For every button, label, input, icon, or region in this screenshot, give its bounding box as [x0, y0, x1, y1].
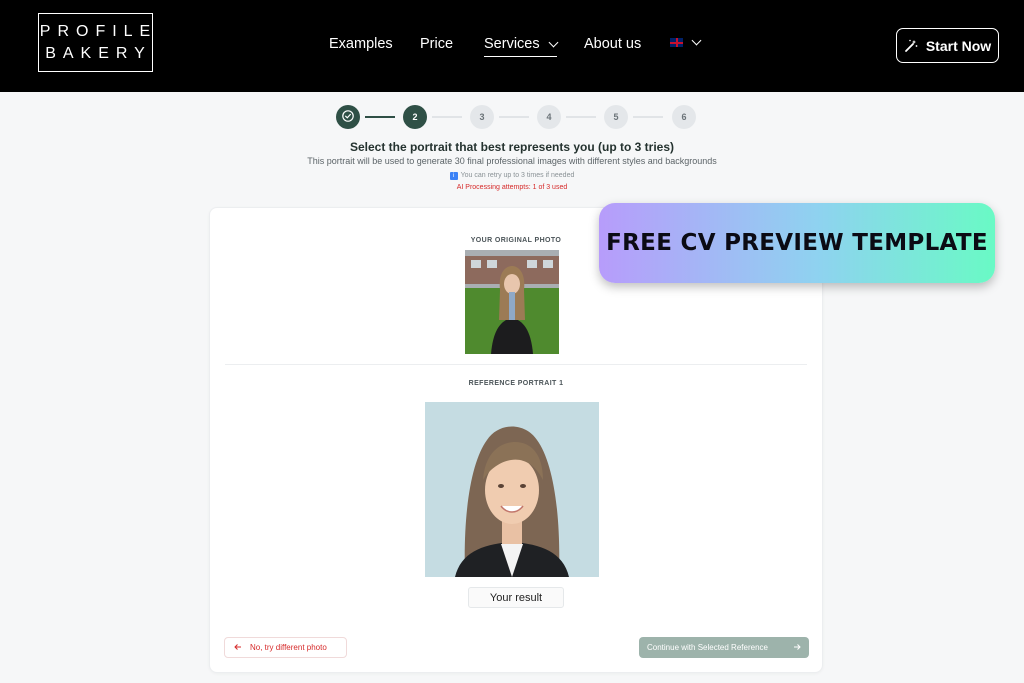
chevron-down-icon	[691, 35, 702, 46]
banner-text: FREE CV PREVIEW TEMPLATE	[606, 230, 988, 256]
logo-line-1: PROFILE	[39, 22, 158, 40]
step-5: 5	[604, 105, 628, 129]
reference-portrait-image[interactable]	[425, 402, 599, 577]
step-connector	[432, 116, 462, 118]
language-selector[interactable]	[670, 35, 702, 47]
uk-flag-icon	[670, 38, 683, 47]
arrow-left-icon	[234, 643, 242, 653]
step-connector	[566, 116, 596, 118]
step-connector	[633, 116, 663, 118]
step-2: 2	[403, 105, 427, 129]
nav-price[interactable]: Price	[420, 36, 453, 52]
logo-line-2: BAKERY	[45, 44, 152, 62]
top-navbar: PROFILE BAKERY Examples Price Services A…	[0, 0, 1024, 92]
step-1-completed	[336, 105, 360, 129]
continue-button[interactable]: Continue with Selected Reference	[639, 637, 809, 658]
step-4: 4	[537, 105, 561, 129]
step-3: 3	[470, 105, 494, 129]
info-icon: i	[449, 172, 458, 180]
logo[interactable]: PROFILE BAKERY	[38, 13, 153, 72]
page-title: Select the portrait that best represents…	[349, 140, 675, 154]
nav-services[interactable]: Services	[484, 36, 559, 57]
magic-wand-icon	[904, 39, 918, 53]
reference-portrait-label: REFERENCE PORTRAIT 1	[468, 380, 564, 387]
page-subtitle: This portrait will be used to generate 3…	[307, 156, 717, 166]
attempts-status: AI Processing attempts: 1 of 3 used	[456, 184, 568, 191]
retry-note: i You can retry up to 3 times if needed	[0, 172, 1024, 180]
promo-banner: FREE CV PREVIEW TEMPLATE	[599, 203, 995, 283]
arrow-right-icon	[793, 643, 801, 653]
chevron-down-icon	[548, 37, 559, 47]
section-divider	[225, 364, 807, 365]
retry-different-photo-button[interactable]: No, try different photo	[224, 637, 347, 658]
nav-about[interactable]: About us	[584, 36, 641, 52]
start-now-button[interactable]: Start Now	[896, 28, 999, 63]
original-photo	[465, 250, 559, 354]
your-result-label: Your result	[468, 587, 564, 608]
nav-examples[interactable]: Examples	[329, 36, 393, 52]
step-connector	[365, 116, 395, 118]
step-6: 6	[672, 105, 696, 129]
check-circle-icon	[341, 109, 355, 125]
step-connector	[499, 116, 529, 118]
